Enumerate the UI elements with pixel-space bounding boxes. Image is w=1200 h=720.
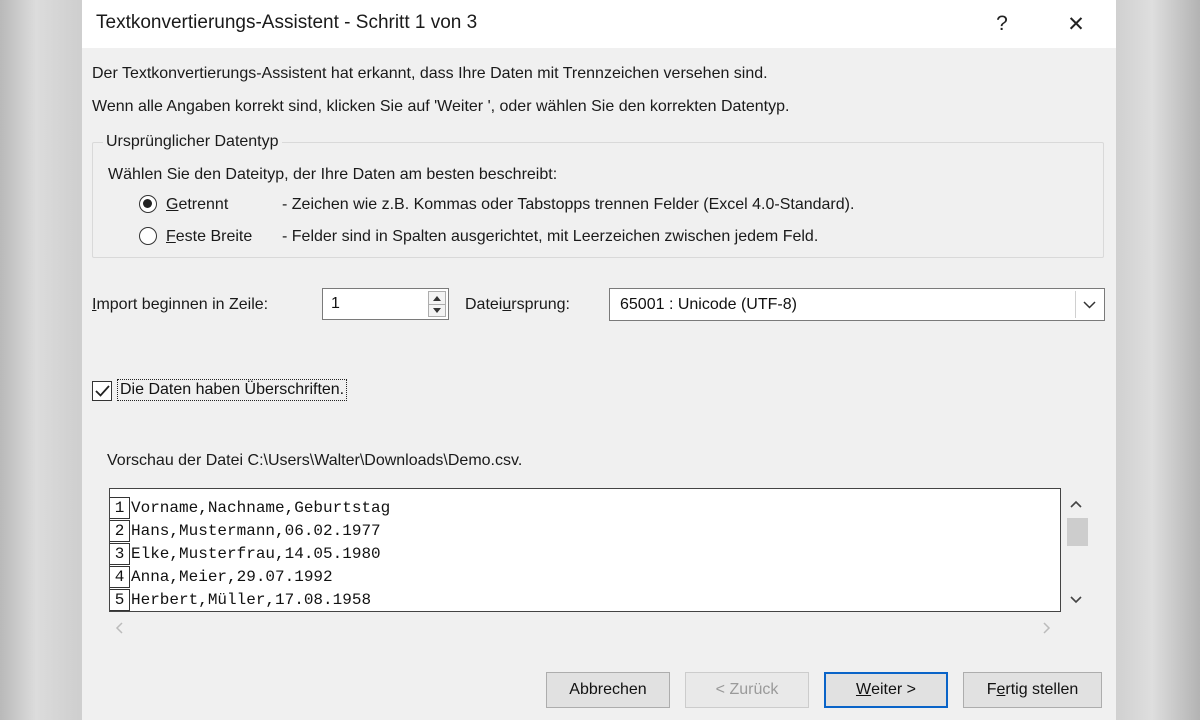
radio-selected-dot	[143, 199, 152, 208]
radio-fixed-width-description: - Felder sind in Spalten ausgerichtet, m…	[282, 228, 819, 245]
label-rest: etrennt	[178, 196, 229, 213]
file-origin-dropdown[interactable]: 65001 : Unicode (UTF-8)	[609, 288, 1105, 321]
original-datatype-group: Ursprünglicher Datentyp Wählen Sie den D…	[92, 133, 1104, 258]
radio-delimited[interactable]	[139, 195, 157, 213]
file-origin-value: 65001 : Unicode (UTF-8)	[620, 296, 797, 313]
row-text: Herbert,Müller,17.08.1958	[131, 591, 372, 609]
radio-fixed-width-label[interactable]: Feste Breite	[166, 228, 252, 246]
mnemonic-e: e	[996, 681, 1006, 698]
row-text: Anna,Meier,29.07.1992	[131, 568, 333, 586]
preview-horizontal-scrollbar[interactable]	[109, 617, 1061, 639]
label-pre: F	[986, 681, 997, 698]
label-post: rsprung:	[511, 296, 570, 313]
mnemonic-u: u	[502, 296, 512, 313]
window-title: Textkonvertierungs-Assistent - Schritt 1…	[96, 12, 478, 33]
scroll-up-button[interactable]	[1063, 494, 1089, 514]
dropdown-toggle[interactable]	[1075, 291, 1102, 318]
import-start-row-label: Import beginnen in Zeile:	[92, 296, 268, 314]
radio-delimited-label[interactable]: Getrennt	[166, 196, 228, 214]
intro-line-1: Der Textkonvertierungs-Assistent hat erk…	[92, 65, 768, 82]
row-number: 1	[110, 497, 130, 519]
mnemonic-g: G	[166, 196, 179, 213]
row-number: 3	[110, 543, 130, 565]
chevron-left-icon	[115, 622, 123, 634]
scroll-right-button[interactable]	[1037, 617, 1057, 639]
chevron-right-icon	[1043, 622, 1051, 634]
group-legend: Ursprünglicher Datentyp	[103, 133, 282, 151]
file-origin-label: Dateiursprung:	[465, 296, 570, 314]
mnemonic-f: F	[166, 228, 176, 245]
next-button[interactable]: Weiter >	[824, 672, 948, 708]
label-rest: mport beginnen in Zeile:	[96, 296, 269, 313]
close-button[interactable]: ✕	[1046, 0, 1106, 48]
label-pre: Datei	[465, 296, 503, 313]
radio-delimited-description: - Zeichen wie z.B. Kommas oder Tabstopps…	[282, 196, 855, 213]
radio-fixed-width[interactable]	[139, 227, 157, 245]
scroll-down-button[interactable]	[1063, 590, 1089, 610]
row-text: Elke,Musterfrau,14.05.1980	[131, 545, 381, 563]
row-number: 4	[110, 566, 130, 588]
triangle-up-icon	[433, 295, 441, 301]
preview-label: Vorschau der Datei C:\Users\Walter\Downl…	[107, 452, 523, 469]
datatype-prompt: Wählen Sie den Dateityp, der Ihre Daten …	[108, 166, 558, 183]
row-number: 2	[110, 520, 130, 542]
row-text: Vorname,Nachname,Geburtstag	[131, 499, 391, 517]
row-text: Hans,Mustermann,06.02.1977	[131, 522, 381, 540]
chevron-down-icon	[1070, 596, 1082, 604]
scroll-left-button[interactable]	[109, 617, 129, 639]
finish-button[interactable]: Fe rtig stellen	[963, 672, 1102, 708]
help-icon: ?	[996, 12, 1008, 35]
import-start-row-spinner[interactable]: 1	[322, 288, 449, 320]
scroll-thumb[interactable]	[1067, 518, 1088, 546]
label-rest: eiter >	[871, 681, 917, 698]
text-import-wizard-dialog: Textkonvertierungs-Assistent - Schritt 1…	[82, 0, 1116, 720]
mnemonic-w: W	[855, 681, 872, 698]
spinner-buttons	[428, 291, 446, 317]
label-rest: este Breite	[175, 228, 253, 245]
spinner-value: 1	[331, 295, 340, 312]
intro-line-2: Wenn alle Angaben korrekt sind, klicken …	[92, 98, 790, 115]
triangle-down-icon	[433, 307, 441, 313]
preview-vertical-scrollbar[interactable]	[1063, 488, 1089, 612]
chevron-down-icon	[1082, 300, 1096, 309]
cancel-button[interactable]: Abbrechen	[546, 672, 670, 708]
row-number: 5	[110, 589, 130, 611]
label-post: rtig stellen	[1005, 681, 1079, 698]
chevron-up-icon	[1070, 500, 1082, 508]
back-button[interactable]: < Zurück	[685, 672, 809, 708]
title-bar: Textkonvertierungs-Assistent - Schritt 1…	[82, 0, 1116, 48]
close-icon: ✕	[1067, 12, 1085, 36]
spinner-down-button[interactable]	[429, 304, 445, 316]
help-button[interactable]: ?	[972, 0, 1032, 48]
file-preview[interactable]: 1 Vorname,Nachname,Geburtstag 2 Hans,Mus…	[109, 488, 1061, 612]
headers-checkbox[interactable]	[92, 381, 112, 401]
headers-checkbox-label[interactable]: Die Daten haben Überschriften.	[117, 379, 348, 401]
checkmark-icon	[94, 385, 110, 397]
